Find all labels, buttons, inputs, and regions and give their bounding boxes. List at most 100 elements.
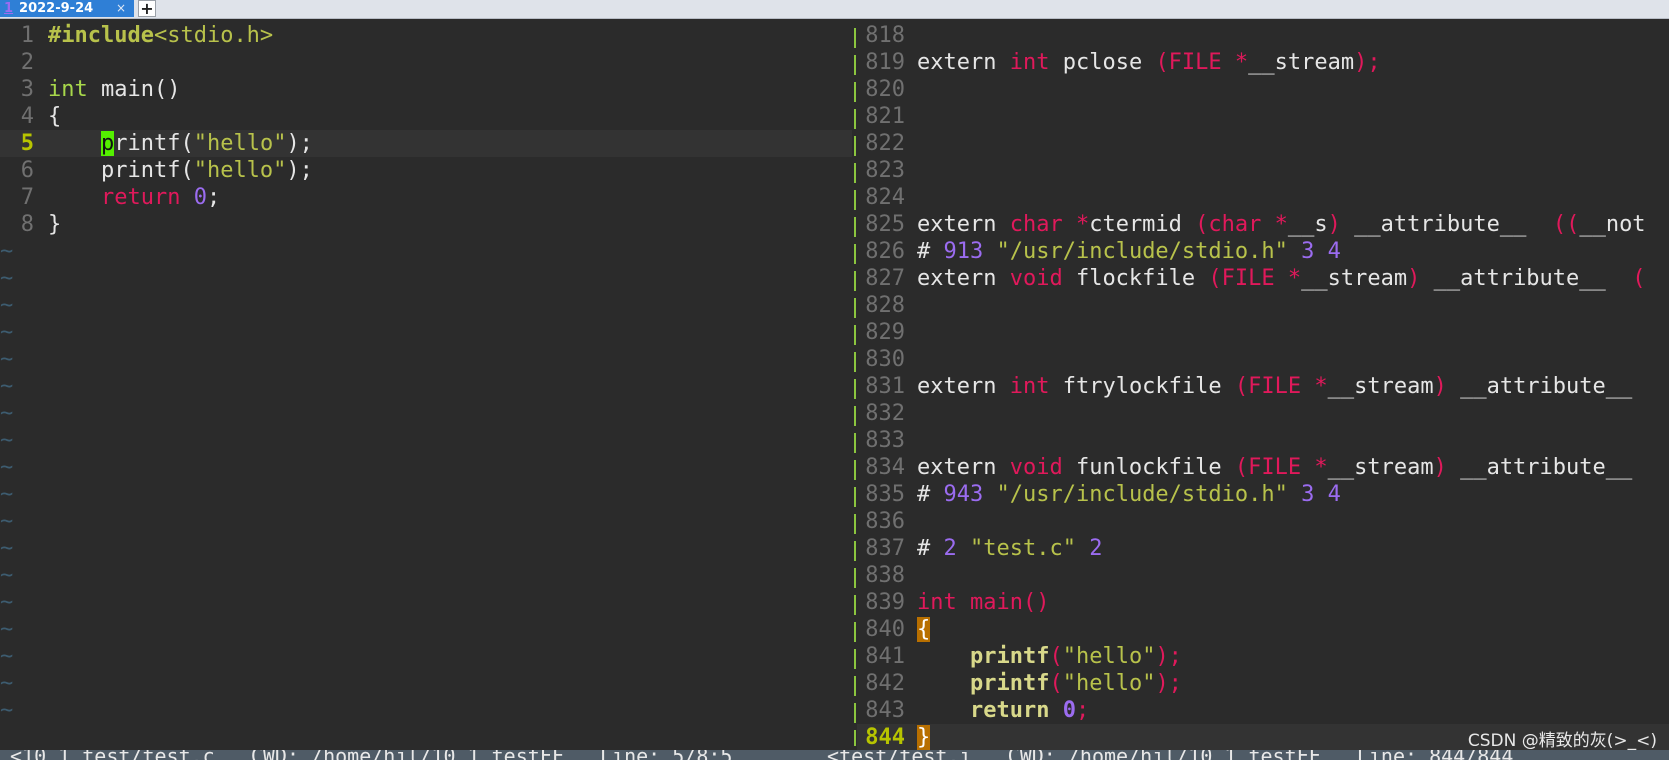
empty-line-tilde: ~ <box>0 266 14 291</box>
line-number: 2 <box>20 50 34 75</box>
function-call: rintf( <box>114 131 194 156</box>
line-number: 842 <box>865 671 905 696</box>
code-line: 8} <box>0 211 852 238</box>
empty-line-tilde: ~ <box>0 590 14 615</box>
status-right: <test/test.i CWD: /home/hjl/10_1_testFF … <box>815 750 1513 760</box>
code-line: 2 <box>0 49 852 76</box>
empty-line-tilde: ~ <box>0 347 14 372</box>
brace: } <box>48 212 62 237</box>
line-number: 826 <box>865 239 905 264</box>
empty-line-markers: ~ ~ ~ ~ ~ ~ ~ ~ ~ ~ ~ ~ ~ ~ ~ ~ ~ ~ <box>0 238 852 724</box>
line-number: 824 <box>865 185 905 210</box>
code-line: 836 <box>857 508 1669 535</box>
string-literal: "hello" <box>193 131 287 156</box>
empty-line-tilde: ~ <box>0 374 14 399</box>
code-line-current: 5 printf("hello"); <box>0 130 852 157</box>
status-bar: <10_1_test/test.c CWD: /home/hjl/10_1_te… <box>0 750 1669 760</box>
line-number: 823 <box>865 158 905 183</box>
line-number: 825 <box>865 212 905 237</box>
brace: { <box>48 104 62 129</box>
return-keyword: return <box>100 185 181 210</box>
empty-line-tilde: ~ <box>0 644 14 669</box>
watermark: CSDN @精致的灰(>_<) <box>1467 731 1657 751</box>
current-line-number: 5 <box>20 131 34 156</box>
empty-line-tilde: ~ <box>0 671 14 696</box>
line-number: 829 <box>865 320 905 345</box>
code-line: 833 <box>857 427 1669 454</box>
code-line: 839 int main() <box>857 589 1669 616</box>
code-line: 3 int main() <box>0 76 852 103</box>
code-line: 826 # 913 "/usr/include/stdio.h" 3 4 <box>857 238 1669 265</box>
code-line: 840 { <box>857 616 1669 643</box>
line-number: 818 <box>865 23 905 48</box>
line-number: 819 <box>865 50 905 75</box>
current-line-number: 844 <box>865 725 905 750</box>
code-line: 820 <box>857 76 1669 103</box>
code-line: 818 <box>857 22 1669 49</box>
line-number: 832 <box>865 401 905 426</box>
preprocessor-directive: #include <box>48 23 154 48</box>
code-line: 6 printf("hello"); <box>0 157 852 184</box>
right-editor-pane[interactable]: 818 819 extern int pclose (FILE *__stream… <box>857 22 1669 750</box>
line-number: 839 <box>865 590 905 615</box>
close-icon[interactable]: × <box>116 0 126 17</box>
matching-brace: } <box>917 725 931 750</box>
line-number: 822 <box>865 131 905 156</box>
line-number: 4 <box>20 104 34 129</box>
line-number: 843 <box>865 698 905 723</box>
empty-line-tilde: ~ <box>0 509 14 534</box>
empty-line-tilde: ~ <box>0 293 14 318</box>
function-name: main() <box>87 77 181 102</box>
text-cursor: p <box>100 131 115 156</box>
punctuation: ); <box>286 158 313 183</box>
line-number: 836 <box>865 509 905 534</box>
line-number: 820 <box>865 77 905 102</box>
status-left: <10_1_test/test.c CWD: /home/hjl/10_1_te… <box>10 750 732 760</box>
empty-line-tilde: ~ <box>0 617 14 642</box>
line-number: 1 <box>20 23 34 48</box>
line-number: 831 <box>865 374 905 399</box>
line-number: 841 <box>865 644 905 669</box>
tab-bar: 1 2022-9-24 × + <box>0 0 1669 19</box>
code-line: 823 <box>857 157 1669 184</box>
code-line: 7 return 0; <box>0 184 852 211</box>
tab-session[interactable]: 1 2022-9-24 × <box>0 0 134 17</box>
code-line: 829 <box>857 319 1669 346</box>
code-line: 830 <box>857 346 1669 373</box>
line-number: 7 <box>20 185 34 210</box>
new-tab-button[interactable]: + <box>138 0 156 17</box>
code-line: 824 <box>857 184 1669 211</box>
punctuation: ; <box>206 185 221 210</box>
number-literal: 0 <box>193 185 207 210</box>
line-number: 827 <box>865 266 905 291</box>
empty-line-tilde: ~ <box>0 536 14 561</box>
code-line: 819 extern int pclose (FILE *__stream); <box>857 49 1669 76</box>
line-number: 837 <box>865 536 905 561</box>
code-line: 842 printf("hello"); <box>857 670 1669 697</box>
code-line: 825 extern char *ctermid (char *__s) __at… <box>857 211 1669 238</box>
tab-number: 1 <box>4 1 14 16</box>
code-line: 832 <box>857 400 1669 427</box>
empty-line-tilde: ~ <box>0 455 14 480</box>
code-line: 1 #include<stdio.h> <box>0 22 852 49</box>
empty-line-tilde: ~ <box>0 320 14 345</box>
empty-line-tilde: ~ <box>0 563 14 588</box>
line-number: 833 <box>865 428 905 453</box>
left-editor-pane[interactable]: 1 #include<stdio.h> 2 3 int main() 4{ 5 pr… <box>0 22 852 750</box>
code-line: 835 # 943 "/usr/include/stdio.h" 3 4 <box>857 481 1669 508</box>
empty-line-tilde: ~ <box>0 428 14 453</box>
line-number: 828 <box>865 293 905 318</box>
empty-line-tilde: ~ <box>0 239 14 264</box>
code-line: 831 extern int ftrylockfile (FILE *__stre… <box>857 373 1669 400</box>
tab-title: 2022-9-24 <box>19 1 94 16</box>
line-number: 834 <box>865 455 905 480</box>
code-line: 822 <box>857 130 1669 157</box>
code-line: 843 return 0; <box>857 697 1669 724</box>
code-line: 838 <box>857 562 1669 589</box>
code-line: 834 extern void funlockfile (FILE *__stre… <box>857 454 1669 481</box>
empty-line-tilde: ~ <box>0 482 14 507</box>
line-number: 3 <box>20 77 34 102</box>
function-call: printf( <box>100 158 194 183</box>
code-line: 828 <box>857 292 1669 319</box>
matching-brace: { <box>917 617 931 642</box>
